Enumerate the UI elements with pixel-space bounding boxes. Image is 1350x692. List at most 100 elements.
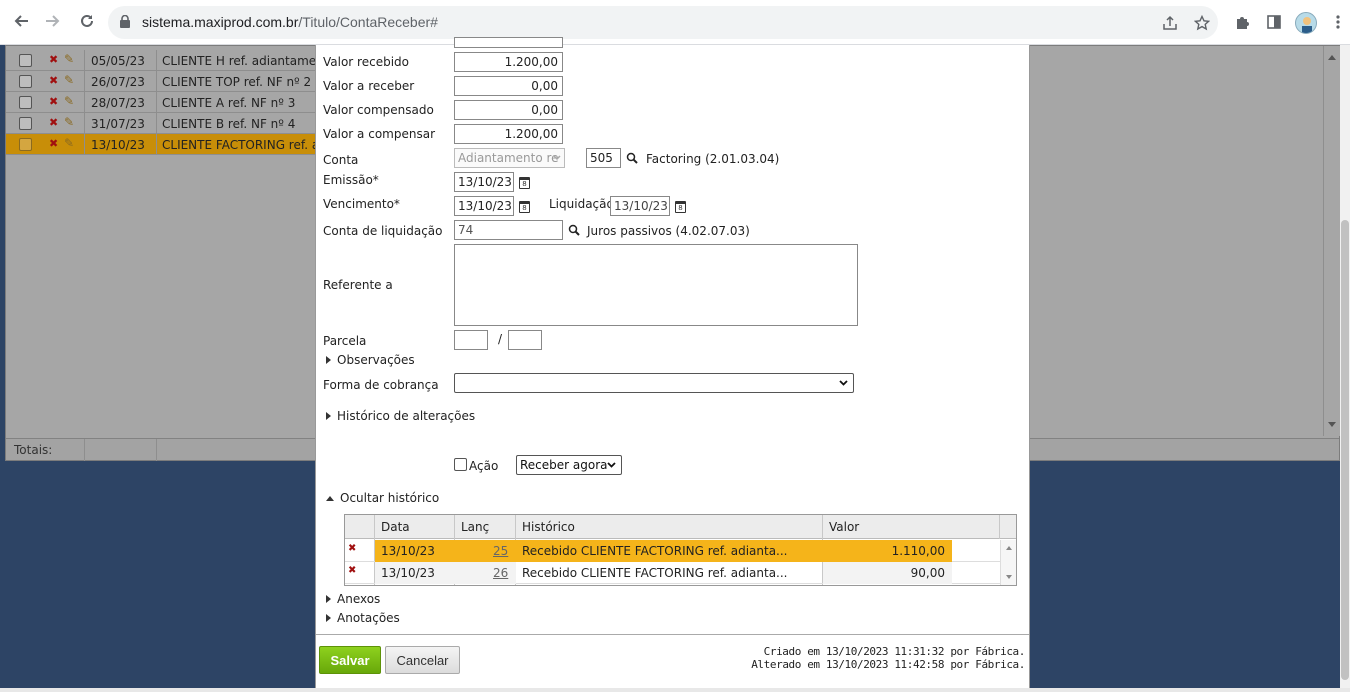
save-button[interactable]: Salvar — [319, 646, 381, 674]
back-arrow-icon[interactable] — [10, 10, 32, 32]
valor-compensado-label: Valor compensado — [323, 103, 434, 117]
valor-compensado-input[interactable]: 0,00 — [454, 100, 563, 120]
url-text: sistema.maxiprod.com.br/Titulo/ContaRece… — [142, 14, 438, 30]
grid-row[interactable]: ✖ ✎ 31/07/23 CLIENTE B ref. NF nº 4 — [6, 113, 316, 134]
conta-code-input[interactable]: 505 — [586, 148, 621, 168]
anexos-toggle[interactable]: Anexos — [326, 592, 380, 606]
page-scrollbar[interactable] — [1340, 45, 1350, 692]
expand-triangle-icon — [326, 595, 331, 603]
edit-pencil-icon[interactable]: ✎ — [64, 136, 74, 150]
historico-row[interactable]: ✖ 13/10/23 26 Recebido CLIENTE FACTORING… — [345, 562, 1000, 584]
row-checkbox[interactable] — [19, 96, 32, 109]
page-scrollbar-thumb[interactable] — [1341, 220, 1349, 680]
row-checkbox[interactable] — [19, 54, 32, 67]
reload-icon[interactable] — [76, 10, 98, 32]
edit-pencil-icon[interactable]: ✎ — [64, 94, 74, 108]
valor-a-receber-label: Valor a receber — [323, 79, 415, 93]
emissao-label: Emissão* — [323, 173, 379, 187]
historico-table: Data Lanç Histórico Valor ✖ 13/10/23 25 … — [344, 514, 1017, 586]
grid-row[interactable]: ✖ ✎ 05/05/23 CLIENTE H ref. adiantamento — [6, 50, 316, 71]
address-bar[interactable]: sistema.maxiprod.com.br/Titulo/ContaRece… — [108, 6, 1218, 39]
delete-icon[interactable]: ✖ — [49, 116, 58, 129]
dialog-form: Valor recebido 1.200,00 Valor a receber … — [316, 37, 1029, 635]
valor-a-compensar-input[interactable]: 1.200,00 — [454, 124, 563, 144]
vencimento-input[interactable]: 13/10/23 — [454, 196, 514, 216]
browser-toolbar: sistema.maxiprod.com.br/Titulo/ContaRece… — [0, 0, 1350, 45]
parcela-input[interactable] — [454, 330, 488, 350]
row-checkbox[interactable] — [19, 75, 32, 88]
row-description: CLIENTE A ref. NF nº 3 — [156, 92, 316, 113]
more-menu-icon[interactable] — [1328, 12, 1348, 32]
emissao-input[interactable]: 13/10/23 — [454, 172, 514, 192]
observacoes-toggle[interactable]: Observações — [326, 353, 415, 367]
calendar-icon[interactable]: 8 — [675, 201, 686, 213]
row-date: 31/07/23 — [84, 113, 156, 134]
valor-a-compensar-label: Valor a compensar — [323, 127, 435, 141]
row-date: 13/10/23 — [84, 134, 156, 155]
bookmark-star-icon[interactable] — [1192, 13, 1212, 33]
row-date: 05/05/23 — [84, 50, 156, 71]
row-checkbox[interactable] — [19, 117, 32, 130]
acao-select[interactable]: Receber agora — [516, 455, 622, 475]
conta-select[interactable]: Adiantamento re — [454, 148, 565, 168]
historico-row-selected[interactable]: ✖ 13/10/23 25 Recebido CLIENTE FACTORING… — [345, 540, 1000, 562]
conta-liquidacao-input[interactable]: 74 — [454, 220, 563, 240]
grid-scrollbar[interactable] — [1323, 46, 1340, 436]
historico-lanc[interactable]: 26 — [493, 566, 508, 580]
grid-row[interactable]: ✖ ✎ 26/07/23 CLIENTE TOP ref. NF nº 2 — [6, 71, 316, 92]
lanc-link[interactable]: 26 — [493, 566, 508, 580]
liquidacao-input[interactable]: 13/10/23 — [610, 196, 670, 216]
delete-icon[interactable]: ✖ — [49, 74, 58, 87]
referente-textarea[interactable] — [454, 244, 858, 326]
historico-data: 13/10/23 — [381, 566, 435, 580]
created-info: Criado em 13/10/2023 11:31:32 por Fábric… — [763, 645, 1026, 658]
edit-pencil-icon[interactable]: ✎ — [64, 52, 74, 66]
delete-icon[interactable]: ✖ — [348, 565, 356, 576]
expand-triangle-icon — [326, 412, 331, 420]
edit-pencil-icon[interactable]: ✎ — [64, 115, 74, 129]
search-icon[interactable] — [626, 152, 638, 164]
parcela-total-input[interactable] — [508, 330, 542, 350]
delete-icon[interactable]: ✖ — [49, 137, 58, 150]
historico-alteracoes-text: Histórico de alterações — [337, 409, 476, 423]
lanc-link[interactable]: 25 — [493, 544, 508, 558]
ocultar-historico-toggle[interactable]: Ocultar histórico — [326, 491, 439, 505]
share-icon[interactable] — [1160, 13, 1180, 33]
anotacoes-text: Anotações — [337, 611, 400, 625]
forward-arrow-icon[interactable] — [42, 10, 64, 32]
extensions-puzzle-icon[interactable] — [1232, 12, 1252, 32]
totals-label: Totais: — [14, 443, 53, 457]
forma-cobranca-select[interactable] — [454, 373, 854, 393]
historico-alteracoes-toggle[interactable]: Histórico de alterações — [326, 409, 475, 423]
col-valor: Valor — [829, 520, 860, 534]
acao-label: Ação — [469, 459, 499, 473]
valor-recebido-input[interactable]: 1.200,00 — [454, 52, 563, 72]
valor-a-receber-input[interactable]: 0,00 — [454, 76, 563, 96]
vencimento-label: Vencimento* — [323, 197, 400, 211]
calendar-icon[interactable]: 8 — [519, 177, 530, 189]
delete-icon[interactable]: ✖ — [49, 53, 58, 66]
expand-triangle-icon — [326, 614, 331, 622]
search-icon[interactable] — [568, 224, 580, 236]
previous-field[interactable] — [454, 37, 563, 48]
row-checkbox[interactable] — [19, 138, 32, 151]
historico-lanc[interactable]: 25 — [493, 544, 508, 558]
delete-icon[interactable]: ✖ — [49, 95, 58, 108]
ocultar-historico-text: Ocultar histórico — [340, 491, 440, 505]
delete-icon[interactable]: ✖ — [348, 543, 356, 554]
anotacoes-toggle[interactable]: Anotações — [326, 611, 400, 625]
historico-valor: 1.110,00 — [891, 544, 945, 558]
grid-row-selected[interactable]: ✖ ✎ 13/10/23 CLIENTE FACTORING ref. adia… — [6, 134, 316, 155]
grid-row[interactable]: ✖ ✎ 28/07/23 CLIENTE A ref. NF nº 3 — [6, 92, 316, 113]
historico-scrollbar[interactable] — [1000, 540, 1016, 585]
edit-pencil-icon[interactable]: ✎ — [64, 73, 74, 87]
historico-table-header: Data Lanç Histórico Valor — [345, 515, 1016, 539]
side-panel-icon[interactable] — [1264, 12, 1284, 32]
profile-avatar[interactable] — [1295, 12, 1317, 34]
expand-triangle-icon — [326, 356, 331, 364]
cancel-button[interactable]: Cancelar — [385, 646, 460, 674]
acao-checkbox[interactable] — [454, 458, 467, 471]
calendar-icon[interactable]: 8 — [519, 201, 530, 213]
historico-valor: 90,00 — [910, 566, 945, 580]
row-description: CLIENTE H ref. adiantamento — [156, 50, 316, 71]
